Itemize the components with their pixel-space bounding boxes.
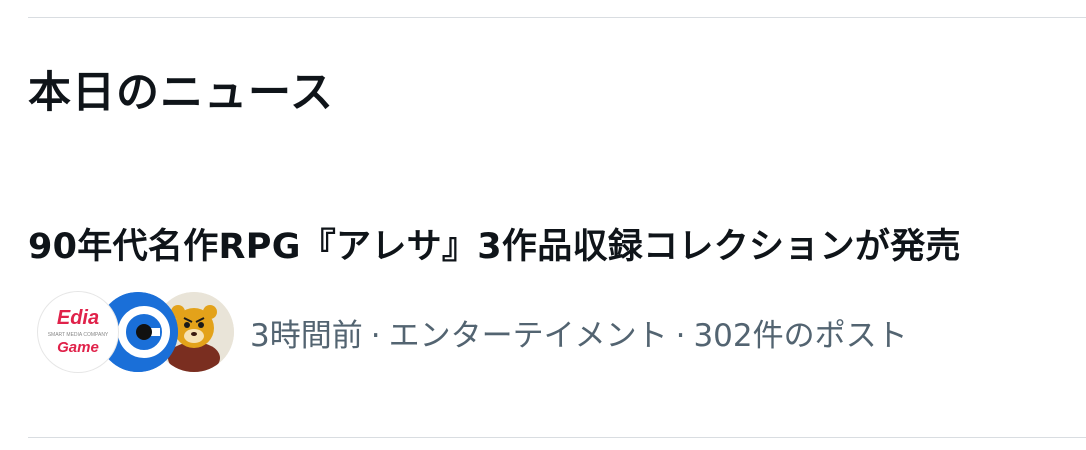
news-meta: 3時間前 · エンターテイメント · 302件のポスト <box>250 310 908 355</box>
section-title: 本日のニュース <box>28 68 334 118</box>
edia-logo-text: Edia <box>57 307 99 329</box>
avatar-group: Edia SMART MEDIA COMPANY Game <box>38 292 234 372</box>
edia-logo-subtext: SMART MEDIA COMPANY <box>48 332 109 338</box>
bottom-divider <box>28 437 1086 438</box>
edia-logo-avatar: Edia SMART MEDIA COMPANY Game <box>38 292 118 372</box>
news-time: 3時間前 <box>250 318 363 354</box>
meta-separator: · <box>370 318 381 354</box>
news-post-count: 302件のポスト <box>693 318 908 354</box>
top-divider <box>28 17 1086 18</box>
news-item[interactable]: 90年代名作RPG『アレサ』3作品収録コレクションが発売 Edia SMART … <box>28 210 1078 400</box>
edia-logo-game-text: Game <box>57 339 99 356</box>
meta-separator: · <box>675 318 686 354</box>
news-headline[interactable]: 90年代名作RPG『アレサ』3作品収録コレクションが発売 <box>28 218 961 269</box>
news-category: エンターテイメント <box>388 318 668 354</box>
